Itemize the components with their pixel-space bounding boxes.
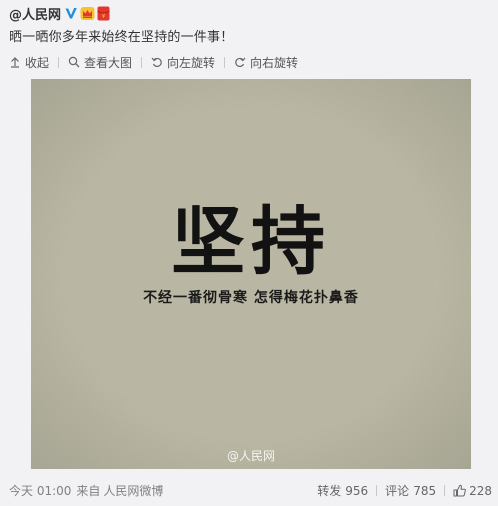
author-row: @人民网 ¥ bbox=[9, 4, 110, 23]
arrow-up-icon bbox=[11, 57, 19, 68]
repost-button[interactable]: 转发 956 bbox=[317, 482, 368, 499]
image-title: 坚持 bbox=[171, 199, 331, 285]
thumbs-up-icon bbox=[453, 484, 466, 497]
image-subtitle: 不经一番彻骨寒 怎得梅花扑鼻香 bbox=[143, 289, 359, 306]
rotate-left-label: 向左旋转 bbox=[167, 55, 216, 70]
svg-text:¥: ¥ bbox=[102, 13, 106, 20]
post-meta: 今天 01:00 来自 人民网微博 bbox=[9, 482, 163, 499]
repost-count: 956 bbox=[345, 483, 369, 498]
view-large-label: 查看大图 bbox=[84, 55, 133, 70]
post-image-canvas: 坚持 不经一番彻骨寒 怎得梅花扑鼻香 @人民网 bbox=[31, 79, 471, 469]
author-name[interactable]: @人民网 bbox=[9, 4, 61, 23]
like-button[interactable]: 228 bbox=[453, 484, 492, 498]
post-source[interactable]: 人民网微博 bbox=[103, 482, 163, 499]
comment-count: 785 bbox=[413, 483, 437, 498]
image-toolbar: 收起 查看大图 向左旋转 向右旋转 bbox=[9, 53, 298, 71]
post-footer: 今天 01:00 来自 人民网微博 转发 956 评论 785 228 bbox=[0, 476, 498, 502]
comment-button[interactable]: 评论 785 bbox=[385, 482, 436, 499]
collapse-label: 收起 bbox=[25, 55, 50, 70]
comment-label: 评论 bbox=[385, 484, 410, 498]
rotate-right-icon bbox=[235, 57, 246, 68]
red-envelope-icon[interactable]: ¥ bbox=[97, 6, 110, 21]
rotate-left-icon bbox=[151, 57, 162, 68]
vip-crown-icon[interactable] bbox=[80, 6, 95, 21]
post-actions: 转发 956 评论 785 228 bbox=[317, 482, 492, 499]
post-image[interactable]: 坚持 不经一番彻骨寒 怎得梅花扑鼻香 @人民网 bbox=[31, 79, 471, 469]
toolbar-divider bbox=[224, 56, 226, 68]
post-text: 晒一晒你多年来始终在坚持的一件事！ bbox=[9, 30, 234, 45]
rotate-right-label: 向右旋转 bbox=[250, 55, 299, 70]
toolbar-divider bbox=[141, 56, 143, 68]
collapse-button[interactable]: 收起 bbox=[9, 54, 49, 71]
post-from-label: 来自 bbox=[76, 484, 101, 498]
repost-label: 转发 bbox=[317, 484, 342, 498]
rotate-left-button[interactable]: 向左旋转 bbox=[151, 54, 215, 71]
toolbar-divider bbox=[58, 56, 60, 68]
like-count: 228 bbox=[469, 483, 492, 498]
view-large-button[interactable]: 查看大图 bbox=[68, 54, 132, 71]
magnifier-icon bbox=[68, 56, 80, 68]
footer-divider bbox=[376, 485, 378, 496]
weibo-post-card: @人民网 ¥ 晒一晒你多年来始终在坚持的一件事！ 收起 查看大图 向左旋转 向右… bbox=[0, 0, 498, 506]
footer-divider bbox=[444, 485, 446, 496]
image-watermark: @人民网 bbox=[227, 449, 275, 463]
verified-v-icon[interactable] bbox=[64, 6, 78, 20]
post-time[interactable]: 今天 01:00 bbox=[9, 482, 71, 499]
rotate-right-button[interactable]: 向右旋转 bbox=[234, 54, 298, 71]
